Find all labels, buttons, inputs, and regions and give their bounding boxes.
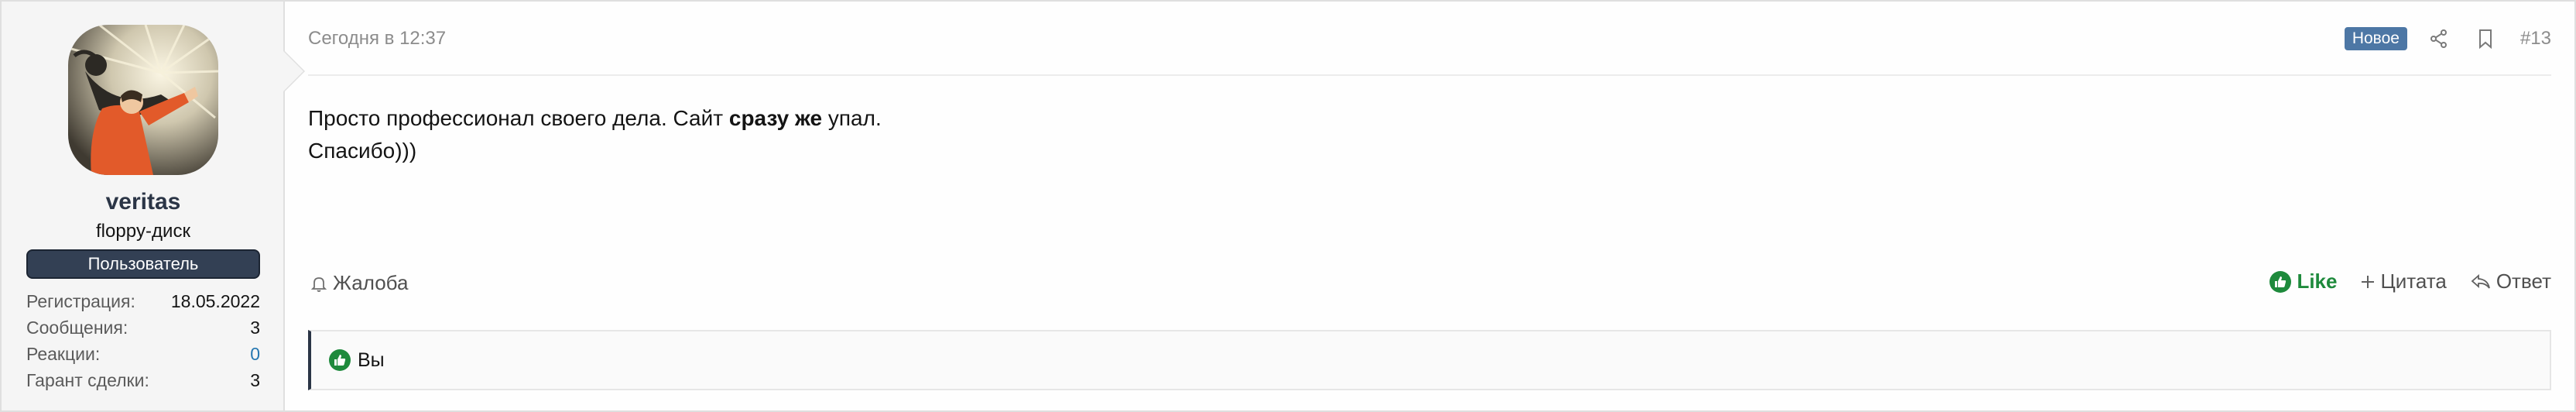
stat-value: 3 xyxy=(250,318,260,338)
header-divider xyxy=(308,74,2551,76)
quote-button[interactable]: Цитата xyxy=(2360,270,2447,294)
like-label: Like xyxy=(2297,270,2338,293)
message-post: veritas floppy-диск Пользователь Регистр… xyxy=(0,0,2576,412)
post-text-segment: упал. xyxy=(822,106,882,130)
plus-icon xyxy=(2362,275,2375,288)
stat-value: 3 xyxy=(250,370,260,390)
post-body: Просто профессионал своего дела. Сайт ср… xyxy=(308,102,882,167)
post-header-actions: Новое #13 xyxy=(2344,23,2551,54)
reply-button[interactable]: Ответ xyxy=(2470,270,2551,294)
stat-reactions: Реакции: 0 xyxy=(26,341,260,367)
stat-label: Реакции: xyxy=(26,344,101,364)
stat-escrow: Гарант сделки: 3 xyxy=(26,367,260,393)
stat-value-link[interactable]: 0 xyxy=(250,341,260,367)
user-info-panel: veritas floppy-диск Пользователь Регистр… xyxy=(2,2,305,410)
post-text-segment: Просто профессионал своего дела. Сайт xyxy=(308,106,729,130)
post-line-2: Спасибо))) xyxy=(308,139,417,163)
thumbs-up-icon xyxy=(2269,270,2292,293)
post-text-bold: сразу же xyxy=(728,106,823,130)
post-date[interactable]: Сегодня в 12:37 xyxy=(308,28,446,50)
username[interactable]: veritas xyxy=(2,189,285,215)
user-stats: Регистрация: 18.05.2022 Сообщения: 3 Реа… xyxy=(26,288,260,393)
thumbs-up-icon xyxy=(329,349,351,371)
report-button[interactable]: Жалоба xyxy=(310,271,408,295)
reply-label: Ответ xyxy=(2496,270,2551,293)
like-button[interactable]: Like xyxy=(2269,270,2337,294)
stat-label: Сообщения: xyxy=(26,318,128,338)
new-badge: Новое xyxy=(2344,27,2407,50)
reply-icon xyxy=(2471,273,2490,289)
bookmark-icon[interactable] xyxy=(2474,27,2497,50)
stat-registration: Регистрация: 18.05.2022 xyxy=(26,288,260,314)
stat-messages: Сообщения: 3 xyxy=(26,314,260,341)
stat-label: Гарант сделки: xyxy=(26,370,149,390)
user-title: floppy-диск xyxy=(96,221,190,242)
stat-value: 18.05.2022 xyxy=(170,291,260,311)
stat-label: Регистрация: xyxy=(26,291,135,311)
reactions-user-list[interactable]: Вы xyxy=(358,349,385,372)
reactions-bar[interactable]: Вы xyxy=(308,330,2551,390)
post-number-link[interactable]: #13 xyxy=(2520,28,2551,50)
message-main: Сегодня в 12:37 Новое #13 Просто професс… xyxy=(286,2,2574,410)
user-role-banner: Пользователь xyxy=(26,249,260,279)
bell-icon xyxy=(310,276,327,292)
post-line-1: Просто профессионал своего дела. Сайт ср… xyxy=(308,102,882,135)
avatar[interactable] xyxy=(68,25,218,175)
quote-label: Цитата xyxy=(2380,270,2447,293)
share-icon[interactable] xyxy=(2427,27,2451,50)
post-actions: Like Цитата Ответ xyxy=(2269,270,2551,294)
reactions-summary: Вы xyxy=(328,348,385,372)
report-label: Жалоба xyxy=(333,271,409,294)
